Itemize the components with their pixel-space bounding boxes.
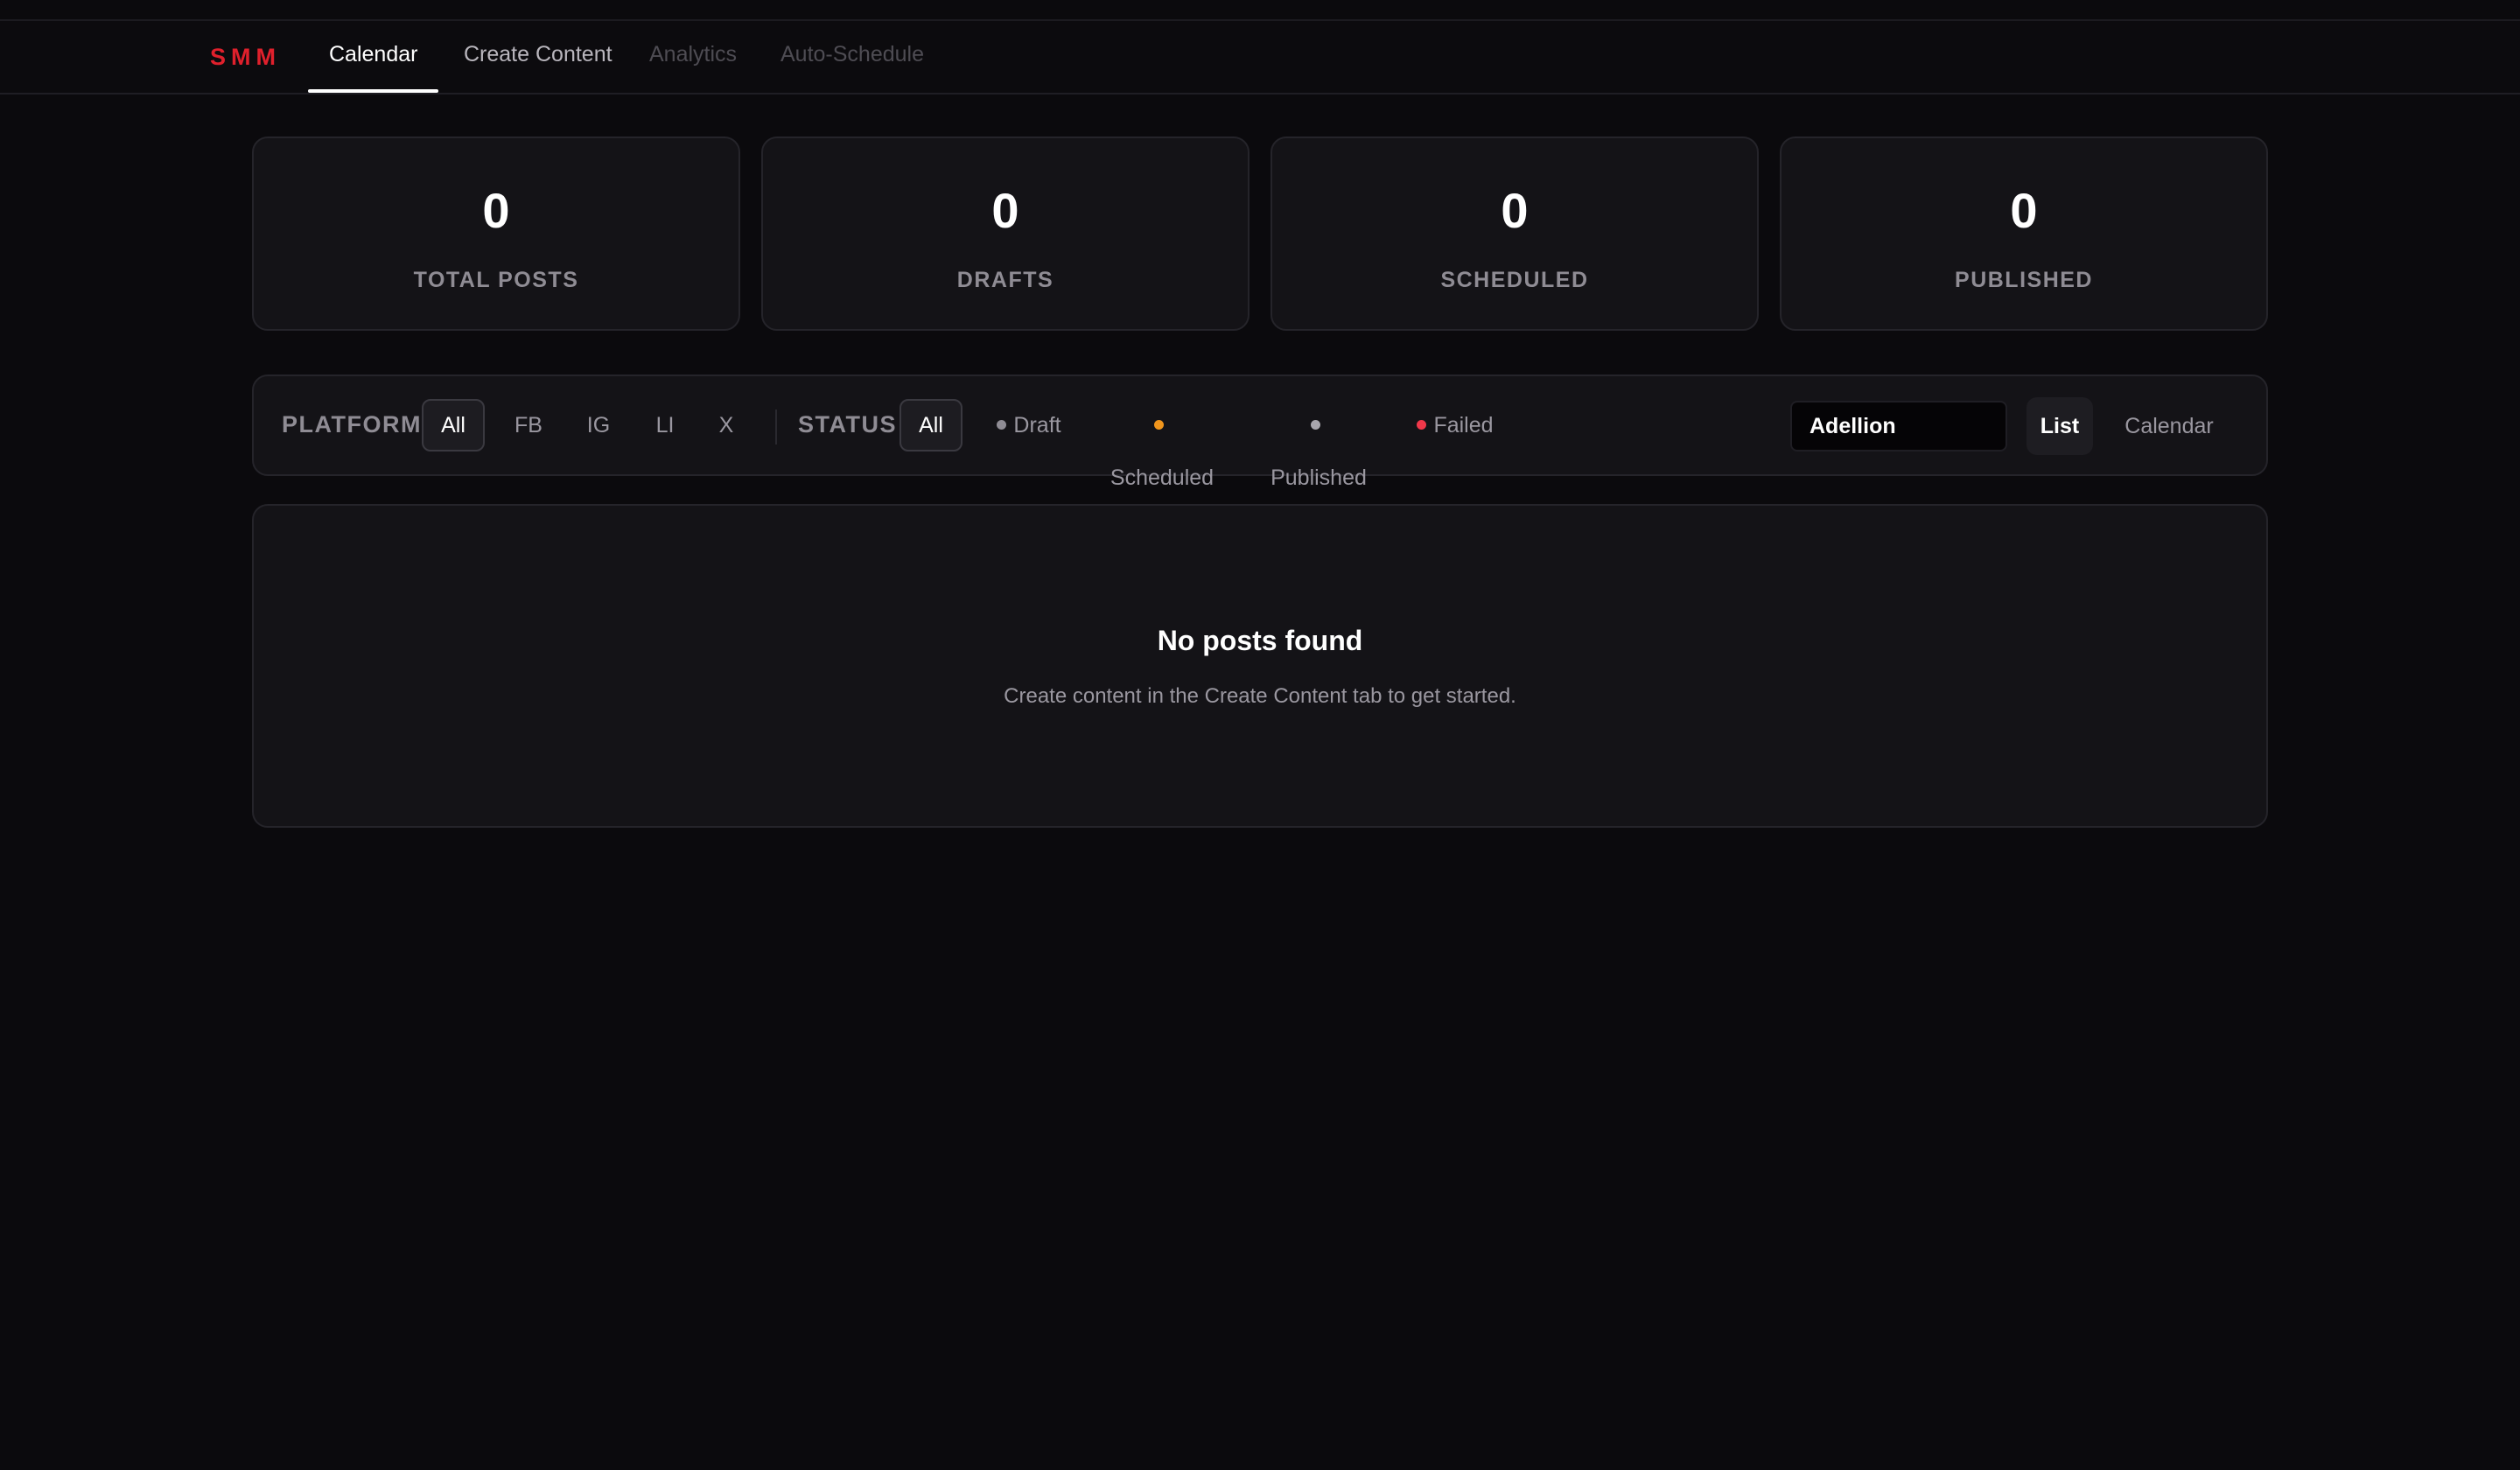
platform-chip-x[interactable]: X xyxy=(710,399,742,452)
platform-chip-ig[interactable]: IG xyxy=(578,399,620,452)
empty-state-title: No posts found xyxy=(1157,625,1363,656)
posts-empty-state: No posts found Create content in the Cre… xyxy=(252,504,2268,828)
status-chip-label: Scheduled xyxy=(1110,466,1214,490)
status-chip-label: Published xyxy=(1270,466,1367,490)
published-status-dot xyxy=(1310,419,1320,430)
scheduled-status-dot xyxy=(1153,419,1164,430)
stat-label: DRAFTS xyxy=(956,268,1054,292)
top-navigation: SMM Calendar Create Content Analytics Au… xyxy=(0,21,2520,94)
empty-state-subtitle: Create content in the Create Content tab… xyxy=(1004,684,1516,708)
stat-card-scheduled: 0 SCHEDULED xyxy=(1270,136,1759,331)
status-chip-scheduled[interactable]: Scheduled xyxy=(1102,399,1222,490)
status-chip-failed[interactable]: Failed xyxy=(1416,399,1494,452)
stat-value: 0 xyxy=(1501,183,1529,238)
failed-status-dot xyxy=(1417,419,1427,430)
status-chip-published[interactable]: Published xyxy=(1265,399,1372,490)
platform-filter-label: PLATFORM xyxy=(282,411,422,438)
search-input[interactable] xyxy=(1790,401,2007,452)
stat-value: 0 xyxy=(482,183,510,238)
view-toggle-calendar[interactable]: Calendar xyxy=(2112,397,2226,455)
stat-card-published: 0 PUBLISHED xyxy=(1780,136,2268,331)
platform-chip-fb[interactable]: FB xyxy=(508,399,550,452)
stat-label: TOTAL POSTS xyxy=(413,268,579,292)
stat-label: SCHEDULED xyxy=(1440,268,1589,292)
stat-card-total-posts: 0 TOTAL POSTS xyxy=(252,136,740,331)
stat-card-drafts: 0 DRAFTS xyxy=(761,136,1250,331)
brand-logo: SMM xyxy=(210,44,281,70)
view-toggle-list[interactable]: List xyxy=(2026,397,2093,455)
status-chip-label: Draft xyxy=(1013,413,1061,438)
platform-chip-all[interactable]: All xyxy=(422,399,485,452)
status-chip-all[interactable]: All xyxy=(900,399,962,452)
stat-label: PUBLISHED xyxy=(1955,268,2093,292)
tab-auto-schedule[interactable]: Auto-Schedule xyxy=(780,42,924,93)
tab-create-content[interactable]: Create Content xyxy=(464,42,612,93)
stat-value: 0 xyxy=(2010,183,2038,238)
tab-calendar[interactable]: Calendar xyxy=(307,42,440,93)
tab-analytics[interactable]: Analytics xyxy=(649,42,737,93)
status-filter-label: STATUS xyxy=(798,411,897,438)
window-top-bar xyxy=(0,0,2520,21)
filter-bar: PLATFORM All FB IG LI X STATUS All Draft… xyxy=(252,374,2268,490)
platform-chip-li[interactable]: LI xyxy=(648,399,682,452)
status-chip-draft[interactable]: Draft xyxy=(992,399,1066,452)
stat-value: 0 xyxy=(991,183,1019,238)
draft-status-dot xyxy=(997,419,1007,430)
filter-divider xyxy=(775,410,777,444)
status-chip-label: Failed xyxy=(1433,413,1494,438)
